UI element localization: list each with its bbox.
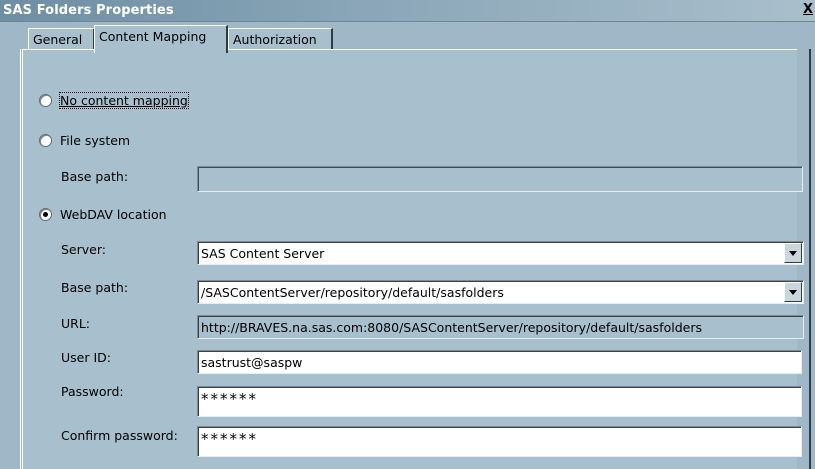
tab-label: Content Mapping	[99, 29, 207, 44]
confirm-password-input[interactable]: ******	[197, 426, 802, 457]
user-id-label: User ID:	[61, 350, 111, 365]
server-dropdown-button[interactable]	[784, 243, 802, 263]
file-system-radio[interactable]	[39, 133, 52, 147]
confirm-password-label: Confirm password:	[61, 428, 178, 443]
server-label: Server:	[61, 242, 106, 257]
panel-shadow	[809, 49, 811, 469]
url-label: URL:	[61, 316, 91, 331]
no-content-mapping-option[interactable]: No content mapping	[39, 91, 189, 109]
user-id-input[interactable]: sastrust@saspw	[197, 350, 802, 374]
webdav-option[interactable]: WebDAV location	[39, 205, 167, 223]
url-field[interactable]: http://BRAVES.na.sas.com:8080/SASContent…	[197, 315, 804, 339]
tab-label: Authorization	[233, 32, 317, 47]
no-content-mapping-label[interactable]: No content mapping	[59, 91, 189, 109]
webdav-label[interactable]: WebDAV location	[60, 207, 167, 222]
properties-dialog: SAS Folders Properties X General Content…	[0, 0, 815, 469]
close-icon[interactable]: X	[801, 3, 815, 18]
server-select[interactable]: SAS Content Server	[197, 241, 804, 265]
chevron-down-icon	[789, 289, 797, 295]
tab-general[interactable]: General	[28, 28, 95, 50]
window-title: SAS Folders Properties	[3, 3, 174, 18]
server-value: SAS Content Server	[201, 246, 325, 261]
file-system-option[interactable]: File system	[39, 131, 130, 149]
base-path-label: Base path:	[61, 280, 129, 295]
panel-edge	[20, 49, 21, 469]
webdav-radio[interactable]	[39, 207, 52, 221]
password-label: Password:	[61, 384, 124, 399]
tab-label: General	[33, 32, 83, 47]
base-path-value: /SASContentServer/repository/default/sas…	[201, 285, 504, 300]
fs-base-path-label: Base path:	[61, 169, 129, 184]
fs-base-path-input[interactable]	[197, 166, 803, 192]
tab-authorization[interactable]: Authorization	[228, 28, 333, 50]
chevron-down-icon	[789, 250, 797, 256]
password-input[interactable]: ******	[197, 386, 802, 417]
tab-content-mapping[interactable]: Content Mapping	[94, 25, 228, 53]
base-path-dropdown-button[interactable]	[784, 282, 802, 302]
file-system-label[interactable]: File system	[60, 133, 130, 148]
title-bar: SAS Folders Properties X	[0, 0, 815, 22]
no-content-mapping-radio[interactable]	[39, 93, 52, 107]
base-path-select[interactable]: /SASContentServer/repository/default/sas…	[197, 280, 804, 304]
